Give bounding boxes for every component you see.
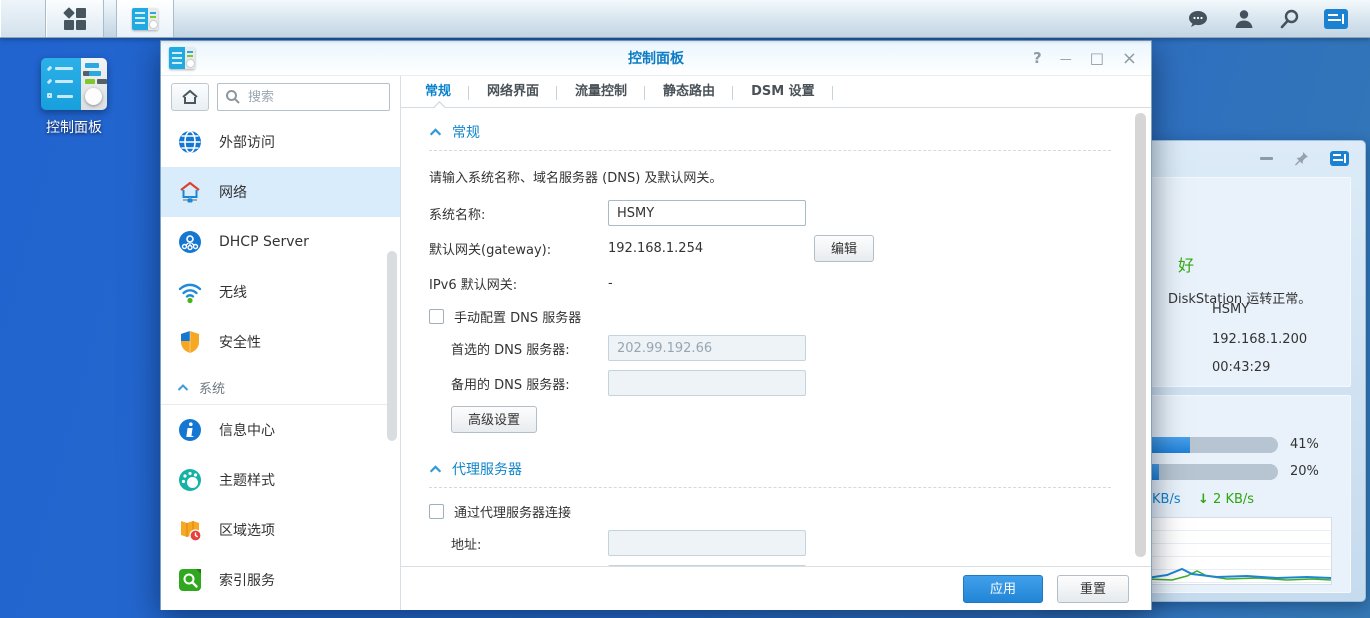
widgets-toggle-icon[interactable] (1324, 7, 1348, 31)
secondary-dns-label: 备用的 DNS 服务器: (451, 374, 608, 393)
manual-dns-checkbox-row: 手动配置 DNS 服务器 (429, 307, 1111, 326)
proxy-checkbox-label: 通过代理服务器连接 (454, 502, 571, 521)
sidebar-item-theme[interactable]: 主题样式 (161, 455, 400, 505)
window-titlebar[interactable]: 控制面板 ? — □ × (161, 41, 1151, 76)
system-name-input[interactable] (608, 200, 806, 226)
search-input[interactable] (217, 83, 390, 111)
help-button[interactable]: ? (1033, 51, 1042, 66)
sidebar-item-partial[interactable] (161, 605, 400, 610)
tabs-bar: 常规 网络界面 流量控制 静态路由 DSM 设置 (401, 76, 1151, 108)
user-icon[interactable] (1232, 7, 1256, 31)
sidebar-item-indexing-service[interactable]: 索引服务 (161, 555, 400, 605)
ip-address-value: 192.168.1.200 (1212, 332, 1307, 347)
panel-minimize-icon[interactable] (1260, 157, 1273, 160)
sidebar-item-security[interactable]: 安全性 (161, 317, 400, 367)
control-panel-window: 控制面板 ? — □ × (160, 40, 1152, 610)
home-icon (181, 89, 199, 105)
maximize-button[interactable]: □ (1090, 51, 1104, 66)
section-divider (429, 487, 1111, 488)
chevron-up-icon (177, 383, 189, 392)
proxy-port-input[interactable] (608, 565, 806, 566)
globe-icon (177, 129, 203, 155)
panel-layout-icon[interactable] (1330, 151, 1349, 166)
notifications-icon[interactable] (1186, 7, 1210, 31)
ipv6-gateway-value: - (608, 276, 806, 291)
taskbar (0, 0, 1370, 38)
section-proxy-header[interactable]: 代理服务器 (429, 459, 1111, 479)
map-clock-icon (177, 517, 203, 543)
uptime-value: 00:43:29 (1212, 360, 1270, 375)
proxy-checkbox-row: 通过代理服务器连接 (429, 502, 1111, 521)
sidebar-item-dhcp-server[interactable]: DHCP Server (161, 217, 400, 267)
ram-percent-label: 20% (1290, 464, 1319, 479)
taskbar-control-panel-button[interactable] (116, 0, 174, 37)
tab-traffic-control[interactable]: 流量控制 (557, 77, 645, 107)
settings-scroll-area: 常规 请输入系统名称、域名服务器 (DNS) 及默认网关。 系统名称: 默认网关… (401, 108, 1151, 566)
secondary-dns-input[interactable] (608, 370, 806, 396)
sidebar-item-regional-options[interactable]: 区域选项 (161, 505, 400, 555)
tab-network-interface[interactable]: 网络界面 (469, 77, 557, 107)
edit-gateway-button[interactable]: 编辑 (814, 235, 874, 262)
window-icon (169, 47, 195, 69)
action-bar: 应用 重置 (401, 566, 1151, 610)
sidebar-scrollbar-thumb[interactable] (387, 251, 397, 441)
gateway-value: 192.168.1.254 (608, 241, 806, 256)
primary-dns-input[interactable] (608, 335, 806, 361)
main-menu-button[interactable] (46, 0, 104, 37)
server-name-value: HSMY (1212, 302, 1249, 317)
sidebar-section-system[interactable]: 系统 (161, 371, 390, 405)
sidebar-item-external-access[interactable]: 外部访问 (161, 117, 400, 167)
ipv6-gateway-label: IPv6 默认网关: (429, 274, 608, 293)
minimize-button[interactable]: — (1060, 53, 1072, 65)
proxy-address-input[interactable] (608, 530, 806, 556)
sidebar-item-wireless[interactable]: 无线 (161, 267, 400, 317)
close-button[interactable]: × (1122, 50, 1137, 68)
desktop-icon-label: 控制面板 (34, 117, 114, 137)
dns-advanced-button[interactable]: 高级设置 (451, 406, 537, 433)
gateway-label: 默认网关(gateway): (429, 239, 608, 258)
show-desktop-button[interactable] (0, 0, 46, 37)
health-status: 好 (1178, 252, 1194, 276)
desktop-control-panel-shortcut[interactable]: 控制面板 (34, 58, 114, 137)
cpu-percent-label: 41% (1290, 437, 1319, 452)
wifi-icon (177, 279, 203, 305)
search-icon (225, 89, 240, 104)
content-pane: 常规 网络界面 流量控制 静态路由 DSM 设置 常规 请输入系统名称、域名服务… (401, 76, 1151, 610)
sidebar-item-info-center[interactable]: 信息中心 (161, 405, 400, 455)
palette-icon (177, 467, 203, 493)
general-description: 请输入系统名称、域名服务器 (DNS) 及默认网关。 (429, 167, 1111, 186)
collapse-chevron-icon (429, 464, 442, 474)
proxy-address-label: 地址: (451, 534, 608, 553)
network-home-icon (177, 179, 203, 205)
control-panel-icon (41, 58, 107, 110)
tab-dsm-settings[interactable]: DSM 设置 (733, 77, 833, 107)
sidebar: 外部访问 网络 (161, 76, 401, 610)
pin-icon[interactable] (1293, 150, 1310, 167)
collapse-chevron-icon (429, 127, 442, 137)
content-scrollbar-thumb[interactable] (1135, 113, 1146, 557)
download-speed: ↓ 2 KB/s (1198, 492, 1254, 507)
primary-dns-label: 首选的 DNS 服务器: (451, 339, 608, 358)
shield-icon (177, 329, 203, 355)
dhcp-icon (177, 229, 203, 255)
proxy-checkbox[interactable] (429, 504, 444, 519)
section-divider (429, 150, 1111, 151)
search-icon[interactable] (1278, 7, 1302, 31)
section-general-header[interactable]: 常规 (429, 122, 1111, 142)
reset-button[interactable]: 重置 (1057, 575, 1129, 603)
index-search-icon (177, 567, 203, 593)
manual-dns-label: 手动配置 DNS 服务器 (454, 307, 581, 326)
main-menu-icon (64, 8, 86, 30)
sidebar-item-network[interactable]: 网络 (161, 167, 400, 217)
tab-static-route[interactable]: 静态路由 (645, 77, 733, 107)
home-button[interactable] (171, 83, 209, 111)
window-title: 控制面板 (628, 48, 684, 68)
down-arrow-icon: ↓ (1198, 492, 1209, 507)
manual-dns-checkbox[interactable] (429, 309, 444, 324)
apply-button[interactable]: 应用 (963, 575, 1043, 603)
system-name-label: 系统名称: (429, 204, 608, 223)
info-icon (177, 417, 203, 443)
upload-speed: KB/s (1152, 492, 1181, 507)
control-panel-icon (132, 8, 158, 30)
